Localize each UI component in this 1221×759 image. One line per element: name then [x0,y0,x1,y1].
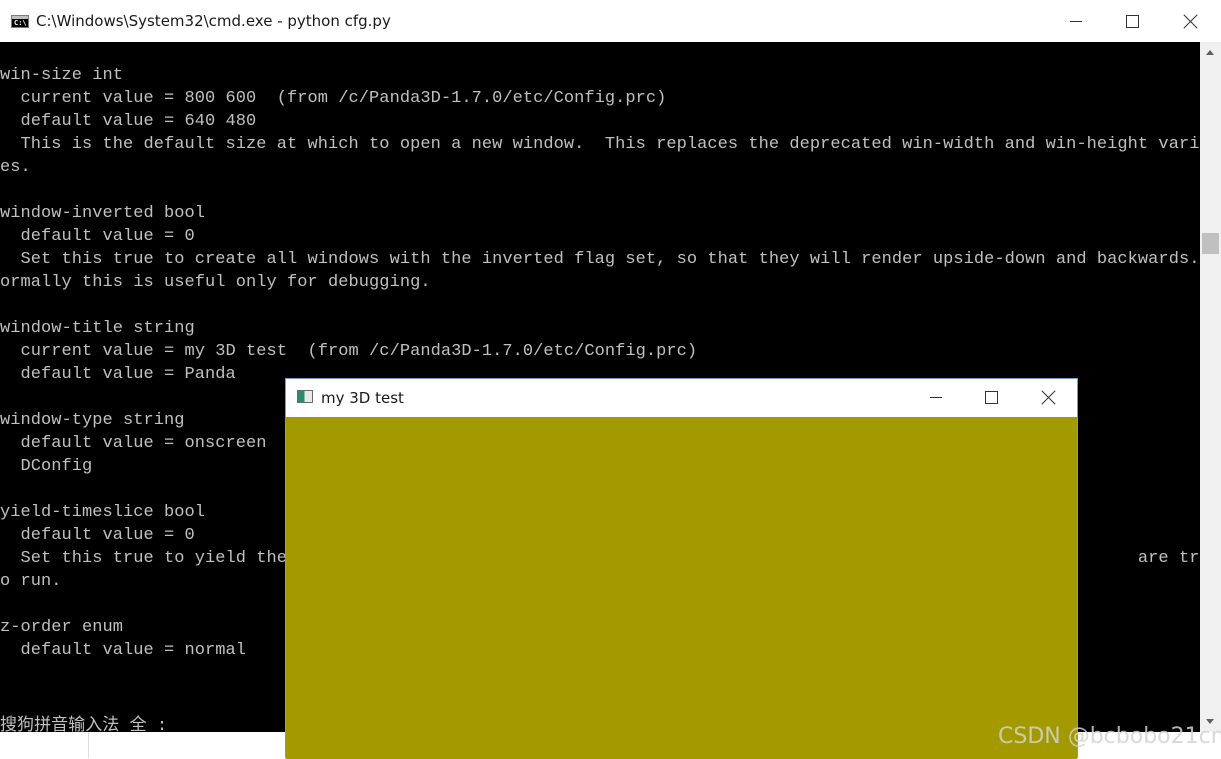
console-line: win-size int [0,66,124,85]
cmd-maximize-button[interactable] [1104,0,1162,42]
console-line: default value = 0 [0,227,195,246]
vertical-scrollbar[interactable] [1200,42,1221,732]
render-viewport[interactable] [286,417,1077,759]
panda3d-window: my 3D test [285,378,1078,759]
console-line: default value = 0 [0,526,195,545]
console-line: default value = Panda [0,365,236,384]
scrollbar-thumb[interactable] [1202,233,1219,254]
console-line: current value = my 3D test (from /c/Pand… [0,342,698,361]
console-line: window-inverted bool [0,204,206,223]
maximize-icon [985,391,998,404]
console-line: ormally this is useful only for debuggin… [0,273,431,292]
panda-close-button[interactable] [1020,379,1076,417]
console-line: 搜狗拼音输入法 全 : [0,717,168,732]
console-line: yield-timeslice bool [0,503,206,522]
minimize-icon [930,397,942,398]
console-line: This is the default size at which to ope… [0,135,1201,154]
close-icon [1041,390,1056,405]
console-line: Set this true to create all windows with… [0,250,1200,269]
console-line: o run. [0,572,62,591]
console-line: window-type string [0,411,185,430]
watermark: CSDN @bcbobo21cn [998,724,1221,749]
cmd-titlebar[interactable]: C:\ C:\Windows\System32\cmd.exe - python… [0,0,1221,42]
panda-minimize-button[interactable] [908,379,964,417]
console-line: default value = normal [0,641,247,660]
minimize-icon [1070,21,1082,22]
console-line: DConfig [0,457,93,476]
cmd-minimize-button[interactable] [1047,0,1105,42]
cmd-window-title: C:\Windows\System32\cmd.exe - python cfg… [36,12,391,30]
console-line: current value = 800 600 (from /c/Panda3D… [0,89,667,108]
console-line: window-title string [0,319,195,338]
console-line: default value = onscreen [0,434,267,453]
console-line: default value = 640 480 [0,112,257,131]
panda3d-window-title: my 3D test [321,389,404,407]
cmd-close-button[interactable] [1162,0,1220,42]
console-line: z-order enum [0,618,124,637]
close-icon [1183,14,1198,29]
panda-maximize-button[interactable] [964,379,1020,417]
panda3d-titlebar[interactable]: my 3D test [286,379,1077,417]
scroll-up-icon[interactable] [1206,50,1214,55]
cmd-icon: C:\ [11,15,29,28]
panda-app-icon [297,390,313,403]
console-line: es. [0,158,31,177]
maximize-icon [1126,15,1139,28]
